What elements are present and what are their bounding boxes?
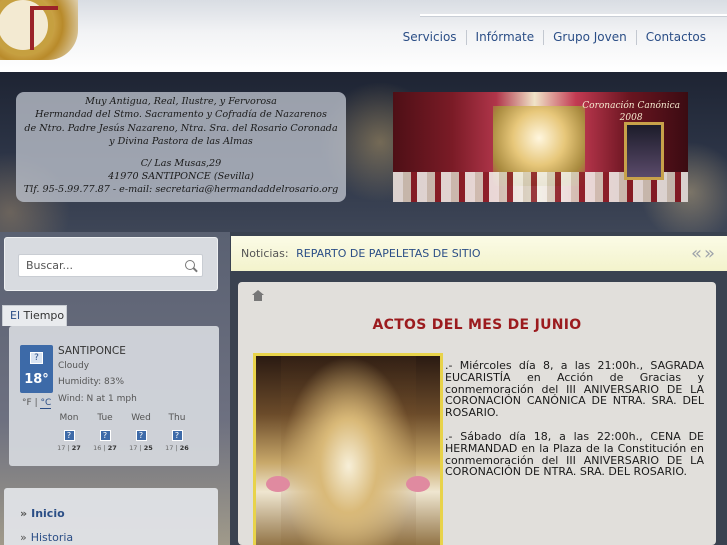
temperature-unit-toggle: °F | °C (22, 398, 52, 409)
photo-caption-title: Coronación Canónica (582, 101, 680, 111)
forecast-day-name: Thu (168, 413, 186, 423)
main-nav: Servicios Infórmate Grupo Joven Contacto… (394, 30, 715, 45)
logo-cross (30, 6, 58, 50)
top-bar: Servicios Infórmate Grupo Joven Contacto… (0, 0, 727, 72)
info-line: Hermandad del Stmo. Sacramento y Cofradí… (35, 109, 327, 121)
info-line: Muy Antigua, Real, Ilustre, y Fervorosa (85, 96, 277, 107)
search-panel: Buscar... (4, 237, 218, 291)
unit-celsius[interactable]: °C (40, 398, 52, 409)
menu-item-inicio[interactable]: » Inicio (20, 507, 65, 520)
weather-wind: Wind: N at 1 mph (58, 394, 137, 404)
address-line: C/ Las Musas,29 (140, 157, 222, 169)
forecast-temps: 17 | 25 (129, 444, 153, 452)
menu-item-label: Inicio (31, 507, 65, 520)
news-nav-arrows[interactable]: «» (691, 236, 717, 271)
news-headline-link[interactable]: REPARTO DE PAPELETAS DE SITIO (296, 247, 480, 260)
weather-widget: ? 18° SANTIPONCE Cloudy Humidity: 83% Wi… (9, 326, 219, 466)
article-body: .- Miércoles día 8, a las 21:00h., SAGRA… (445, 360, 704, 490)
coronation-photo: Coronación Canónica 2008 (393, 92, 688, 202)
forecast-low: 16 (93, 444, 102, 452)
current-temperature: 18° (24, 372, 49, 387)
search-icon[interactable] (185, 260, 195, 270)
forecast-high: 26 (179, 444, 189, 452)
brotherhood-info-box: Muy Antigua, Real, Ilustre, y Fervorosa … (16, 92, 346, 202)
forecast-day-name: Wed (131, 413, 151, 423)
photo-portrait (624, 122, 664, 180)
menu-item-historia[interactable]: » Historia (20, 531, 73, 544)
weather-tab-label: Tiempo (23, 309, 65, 322)
weather-humidity: Humidity: 83% (58, 377, 125, 387)
weather-tab-prefix: El (10, 309, 21, 322)
forecast-low: 17 (57, 444, 66, 452)
forecast-day: Tue ? 16 | 27 (87, 413, 123, 452)
weather-tab[interactable]: El Tiempo (2, 305, 67, 326)
weather-forecast: Mon ? 17 | 27 Tue ? 16 | 27 Wed ? 17 | 2… (51, 413, 195, 452)
forecast-temps: 17 | 26 (165, 444, 189, 452)
photo-flowers-left (266, 476, 290, 492)
weather-condition: Cloudy (58, 361, 90, 371)
photo-caption-year: 2008 (619, 113, 643, 123)
forecast-weather-icon: ? (135, 430, 147, 441)
forecast-weather-icon: ? (63, 430, 75, 441)
article-paragraph: .- Sábado día 18, a las 22:00h., CENA DE… (445, 429, 704, 479)
unit-fahrenheit[interactable]: °F (22, 398, 32, 408)
nav-item-servicios[interactable]: Servicios (394, 30, 466, 45)
nav-item-grupo-joven[interactable]: Grupo Joven (543, 30, 636, 45)
article-title: ACTOS DEL MES DE JUNIO (372, 317, 582, 333)
menu-marker: » (20, 507, 28, 520)
main-menu: » Inicio » Historia (4, 488, 218, 545)
menu-item-label: Historia (30, 531, 74, 544)
contact-line: Tlf. 95-5.99.77.87 - e-mail: secretaria@… (23, 184, 339, 196)
forecast-day: Thu ? 17 | 26 (159, 413, 195, 452)
article-panel: ACTOS DEL MES DE JUNIO .- Miércoles día … (238, 282, 716, 545)
photo-caption: Coronación Canónica 2008 (582, 100, 680, 124)
nav-item-contactos[interactable]: Contactos (635, 30, 715, 45)
info-line: y Divina Pastora de las Almas (109, 136, 253, 148)
photo-flowers-right (406, 476, 430, 492)
forecast-low: 17 (165, 444, 174, 452)
forecast-low: 17 (129, 444, 138, 452)
forecast-day: Mon ? 17 | 27 (51, 413, 87, 452)
forecast-high: 27 (107, 444, 117, 452)
forecast-day-name: Tue (97, 413, 113, 423)
forecast-day: Wed ? 17 | 25 (123, 413, 159, 452)
menu-marker: » (20, 531, 27, 544)
weather-icon-glyph: ? (30, 352, 43, 364)
article-photo[interactable] (253, 353, 443, 545)
article-paragraph: .- Miércoles día 8, a las 21:00h., SAGRA… (445, 359, 704, 420)
news-label: Noticias: (241, 247, 289, 260)
news-ticker: Noticias: REPARTO DE PAPELETAS DE SITIO … (231, 236, 727, 271)
photo-float (281, 356, 416, 545)
forecast-temps: 17 | 27 (57, 444, 81, 452)
weather-current-icon: ? 18° (20, 345, 53, 393)
unit-separator: | (34, 398, 38, 408)
forecast-high: 25 (143, 444, 153, 452)
forecast-day-name: Mon (59, 413, 79, 423)
forecast-weather-icon: ? (171, 430, 183, 441)
weather-city: SANTIPONCE (58, 345, 126, 357)
brotherhood-logo[interactable] (0, 0, 78, 60)
forecast-temps: 16 | 27 (93, 444, 117, 452)
home-icon[interactable] (252, 290, 264, 301)
forecast-weather-icon: ? (99, 430, 111, 441)
address-line: 41970 SANTIPONCE (Sevilla) (108, 171, 254, 183)
search-input[interactable]: Buscar... (18, 254, 203, 277)
nav-divider (420, 14, 727, 16)
info-line: de Ntro. Padre Jesús Nazareno, Ntra. Sra… (24, 122, 338, 134)
forecast-high: 27 (71, 444, 81, 452)
header-banner: Muy Antigua, Real, Ilustre, y Fervorosa … (0, 72, 727, 232)
nav-item-informate[interactable]: Infórmate (465, 30, 544, 45)
